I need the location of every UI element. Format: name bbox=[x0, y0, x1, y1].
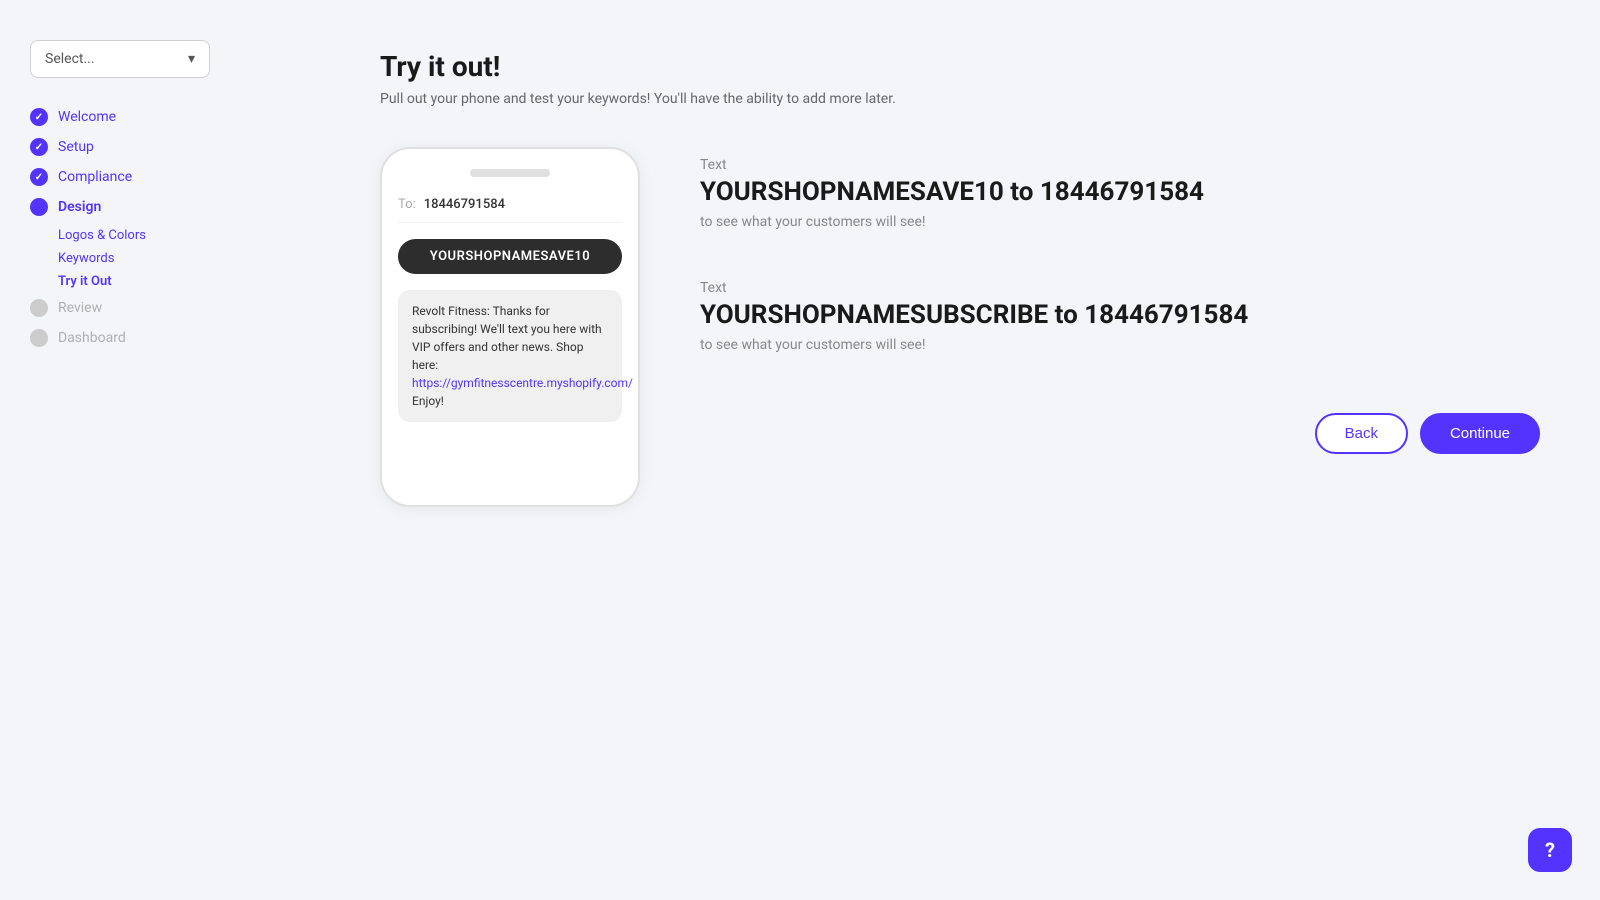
sidebar-label-review: Review bbox=[58, 300, 102, 316]
nav-list: Welcome Setup Compliance Design Logos & … bbox=[30, 102, 290, 353]
phone-to-row: To: 18446791584 bbox=[398, 197, 622, 223]
select-dropdown[interactable]: Select... ▾ bbox=[30, 40, 210, 78]
select-placeholder: Select... bbox=[45, 51, 95, 67]
check-icon-compliance bbox=[30, 168, 48, 186]
phone-mockup: To: 18446791584 YOURSHOPNAMESAVE10 Revol… bbox=[380, 147, 640, 507]
sidebar: Select... ▾ Welcome Setup Compliance bbox=[0, 0, 320, 900]
sidebar-item-welcome[interactable]: Welcome bbox=[30, 102, 290, 132]
help-icon: ? bbox=[1545, 838, 1555, 862]
sidebar-item-keywords[interactable]: Keywords bbox=[58, 247, 290, 270]
phone-number: 18446791584 bbox=[424, 197, 505, 212]
sidebar-label-setup: Setup bbox=[58, 139, 94, 155]
sidebar-label-logos-colors: Logos & Colors bbox=[58, 228, 146, 243]
page-subtitle: Pull out your phone and test your keywor… bbox=[380, 91, 1540, 107]
chevron-down-icon: ▾ bbox=[188, 51, 195, 67]
reply-text-post: Enjoy! bbox=[412, 394, 444, 408]
instruction-block-2: Text YOURSHOPNAMESUBSCRIBE to 1844679158… bbox=[700, 280, 1540, 353]
check-icon-welcome bbox=[30, 108, 48, 126]
sidebar-item-review[interactable]: Review bbox=[30, 293, 290, 323]
instruction-label-2: Text bbox=[700, 280, 1540, 296]
phone-notch bbox=[470, 169, 550, 177]
page-title: Try it out! bbox=[380, 50, 1540, 83]
instruction-label-1: Text bbox=[700, 157, 1540, 173]
reply-bubble: Revolt Fitness: Thanks for subscribing! … bbox=[398, 290, 622, 422]
reply-link: https://gymfitnesscentre.myshopify.com/ bbox=[412, 376, 633, 390]
dot-icon-dashboard bbox=[30, 329, 48, 347]
sub-nav-design: Logos & Colors Keywords Try it Out bbox=[58, 224, 290, 293]
sidebar-item-setup[interactable]: Setup bbox=[30, 132, 290, 162]
sidebar-label-design: Design bbox=[58, 199, 101, 215]
instruction-sub-2: to see what your customers will see! bbox=[700, 337, 1540, 353]
sidebar-item-design[interactable]: Design bbox=[30, 192, 290, 222]
bottom-buttons: Back Continue bbox=[700, 413, 1540, 454]
sidebar-label-try-it-out: Try it Out bbox=[58, 274, 112, 289]
help-button[interactable]: ? bbox=[1528, 828, 1572, 872]
instruction-block-1: Text YOURSHOPNAMESAVE10 to 18446791584 t… bbox=[700, 157, 1540, 230]
sidebar-label-compliance: Compliance bbox=[58, 169, 132, 185]
instruction-main-1: YOURSHOPNAMESAVE10 to 18446791584 bbox=[700, 177, 1540, 208]
continue-button[interactable]: Continue bbox=[1420, 413, 1540, 454]
sidebar-item-dashboard[interactable]: Dashboard bbox=[30, 323, 290, 353]
sidebar-label-keywords: Keywords bbox=[58, 251, 114, 266]
phone-to-label: To: bbox=[398, 197, 416, 212]
back-button[interactable]: Back bbox=[1315, 413, 1408, 454]
keyword-bubble: YOURSHOPNAMESAVE10 bbox=[398, 239, 622, 274]
instruction-main-2: YOURSHOPNAMESUBSCRIBE to 18446791584 bbox=[700, 300, 1540, 331]
instructions-panel: Text YOURSHOPNAMESAVE10 to 18446791584 t… bbox=[700, 147, 1540, 454]
reply-text-pre: Revolt Fitness: Thanks for subscribing! … bbox=[412, 304, 602, 372]
content-area: To: 18446791584 YOURSHOPNAMESAVE10 Revol… bbox=[380, 147, 1540, 507]
sidebar-item-compliance[interactable]: Compliance bbox=[30, 162, 290, 192]
instruction-sub-1: to see what your customers will see! bbox=[700, 214, 1540, 230]
sidebar-item-logos-colors[interactable]: Logos & Colors bbox=[58, 224, 290, 247]
dot-icon-review bbox=[30, 299, 48, 317]
main-content: Try it out! Pull out your phone and test… bbox=[320, 0, 1600, 900]
sidebar-label-welcome: Welcome bbox=[58, 109, 116, 125]
sidebar-label-dashboard: Dashboard bbox=[58, 330, 126, 346]
check-icon-setup bbox=[30, 138, 48, 156]
sidebar-item-try-it-out[interactable]: Try it Out bbox=[58, 270, 290, 293]
dot-icon-design bbox=[30, 198, 48, 216]
